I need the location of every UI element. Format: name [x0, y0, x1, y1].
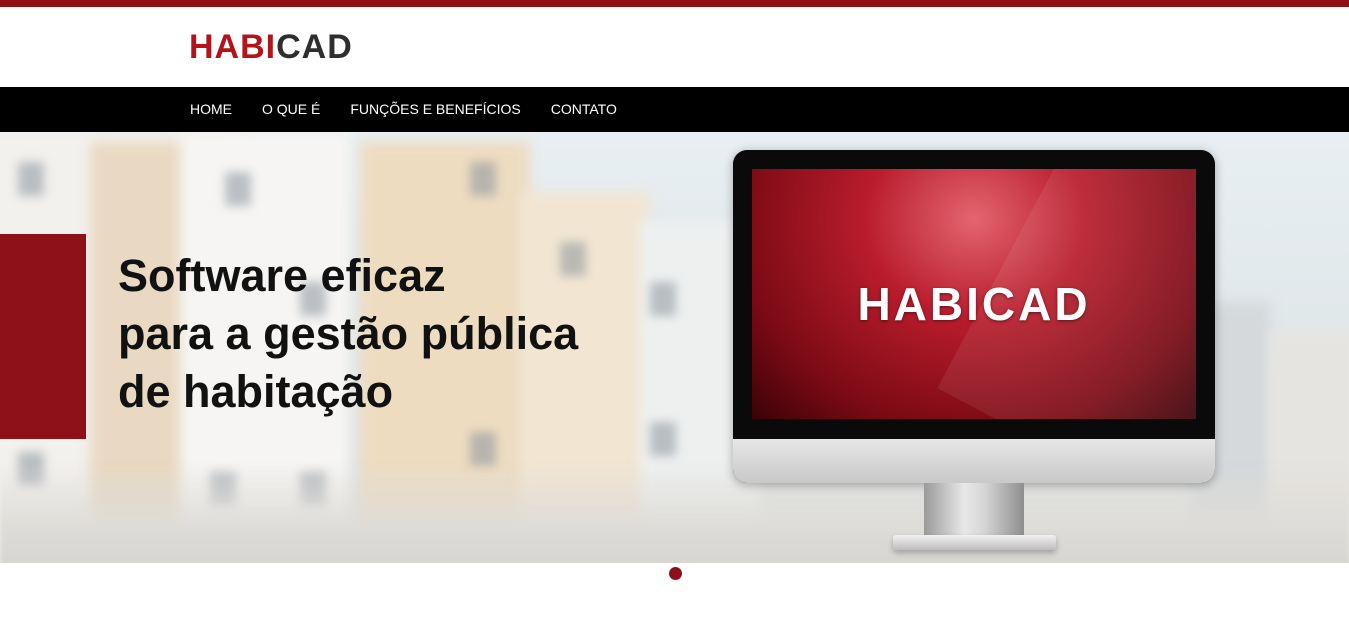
background-window: [470, 432, 496, 466]
headline-line-1: Software eficaz: [118, 250, 446, 301]
monitor-stand-neck: [924, 483, 1024, 539]
monitor-illustration: HABICAD: [733, 150, 1215, 483]
red-accent-block: [0, 234, 86, 439]
nav-item-home[interactable]: HOME: [190, 87, 232, 132]
nav-list: HOME O QUE É FUNÇÕES E BENEFÍCIOS CONTAT…: [190, 87, 647, 132]
top-accent-stripe: [0, 0, 1349, 7]
monitor-chin: [733, 439, 1215, 483]
site-header: HABICAD: [0, 7, 1349, 87]
logo-text-cad: CAD: [276, 28, 353, 66]
monitor-stand-base: [893, 535, 1056, 550]
hero-slider: Software eficaz para a gestão pública de…: [0, 132, 1349, 563]
monitor-screen-logo: HABICAD: [857, 278, 1091, 330]
monitor-screen: HABICAD: [752, 169, 1196, 419]
habicad-logo[interactable]: HABICAD: [189, 28, 353, 66]
nav-item-o-que-e[interactable]: O QUE É: [262, 87, 320, 132]
carousel-pagination: [0, 567, 1349, 581]
logo-text-habi: HABI: [189, 28, 277, 66]
carousel-dot-active[interactable]: [669, 567, 682, 580]
main-navigation: HOME O QUE É FUNÇÕES E BENEFÍCIOS CONTAT…: [0, 87, 1349, 132]
nav-item-funcoes-e-beneficios[interactable]: FUNÇÕES E BENEFÍCIOS: [350, 87, 520, 132]
background-window: [225, 172, 251, 206]
background-window: [470, 162, 496, 196]
headline-line-3: de habitação: [118, 366, 394, 417]
background-window: [650, 422, 676, 456]
background-window: [18, 162, 44, 196]
hero-headline: Software eficaz para a gestão pública de…: [118, 247, 678, 421]
nav-item-contato[interactable]: CONTATO: [551, 87, 617, 132]
headline-line-2: para a gestão pública: [118, 308, 579, 359]
